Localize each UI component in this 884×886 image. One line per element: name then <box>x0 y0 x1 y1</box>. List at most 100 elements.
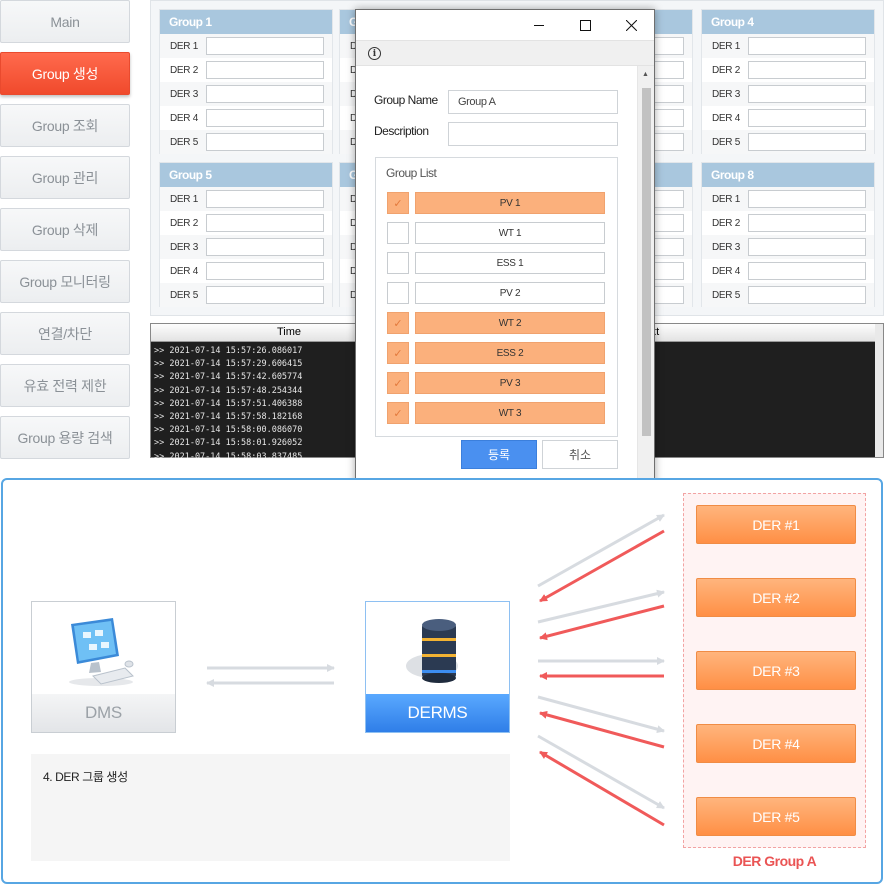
der-input[interactable] <box>206 133 324 151</box>
der-label: DER 4 <box>712 112 740 124</box>
der-input[interactable] <box>206 214 324 232</box>
der-row: DER 3 <box>160 235 332 259</box>
item-name[interactable]: WT 2 <box>415 312 605 334</box>
item-name[interactable]: WT 3 <box>415 402 605 424</box>
der-row: DER 1 <box>160 187 332 211</box>
cancel-button[interactable]: 취소 <box>542 440 618 469</box>
check-icon: ✓ <box>393 347 403 360</box>
der-row: DER 1 <box>702 34 874 58</box>
item-name[interactable]: ESS 2 <box>415 342 605 364</box>
der-input[interactable] <box>206 37 324 55</box>
group-title: Group 1 <box>160 10 332 34</box>
der-row: DER 5 <box>160 130 332 154</box>
group-list-item: ESS 1 <box>387 252 607 274</box>
scroll-thumb[interactable] <box>642 88 651 436</box>
check-icon: ✓ <box>393 407 403 420</box>
item-name[interactable]: PV 2 <box>415 282 605 304</box>
group-name-label: Group Name <box>374 93 438 107</box>
group-list: Group List ✓ PV 1 WT 1 ESS 1 PV 2 ✓ WT 2 ✓ ESS 2… <box>375 157 618 437</box>
der-input[interactable] <box>748 85 866 103</box>
group-title: Group 8 <box>702 163 874 187</box>
der-input[interactable] <box>748 286 866 304</box>
menu-connect-button[interactable]: 연결/차단 <box>0 312 130 355</box>
group-name-input[interactable]: Group A <box>448 90 618 114</box>
menu-group-delete-button[interactable]: Group 삭제 <box>0 208 130 251</box>
dialog-scrollbar[interactable]: ▲ ▼ <box>637 66 654 497</box>
der-label: DER 2 <box>170 64 198 76</box>
der-input[interactable] <box>748 61 866 79</box>
der-label: DER 2 <box>712 217 740 229</box>
der-3-button[interactable]: DER #3 <box>696 651 856 690</box>
der-input[interactable] <box>206 262 324 280</box>
item-checkbox[interactable]: ✓ <box>387 312 409 334</box>
der-input[interactable] <box>206 238 324 256</box>
menu-power-limit-button[interactable]: 유효 전력 제한 <box>0 364 130 407</box>
menu-group-create-button[interactable]: Group 생성 <box>0 52 130 95</box>
der-input[interactable] <box>748 214 866 232</box>
der-row: DER 4 <box>160 106 332 130</box>
to-der1-arrow <box>537 513 665 588</box>
menu-group-view-button[interactable]: Group 조회 <box>0 104 130 147</box>
menu-group-monitor-button[interactable]: Group 모니터링 <box>0 260 130 303</box>
der-1-button[interactable]: DER #1 <box>696 505 856 544</box>
dialog-titlebar[interactable] <box>356 10 654 40</box>
item-checkbox[interactable]: ✓ <box>387 372 409 394</box>
der-label: DER 1 <box>712 193 740 205</box>
to-der5-arrow <box>537 734 665 810</box>
der-label: DER 5 <box>170 136 198 148</box>
group-create-dialog: i Group Name Group A Description Group L… <box>355 9 655 498</box>
menu-capacity-search-button[interactable]: Group 용량 검색 <box>0 416 130 459</box>
der-input[interactable] <box>748 238 866 256</box>
der-input[interactable] <box>206 85 324 103</box>
group-list-item: ✓ WT 2 <box>387 312 607 334</box>
group-title: Group 5 <box>160 163 332 187</box>
der-4-button[interactable]: DER #4 <box>696 724 856 763</box>
menu-main-button[interactable]: Main <box>0 0 130 43</box>
der-input[interactable] <box>206 286 324 304</box>
der-input[interactable] <box>748 190 866 208</box>
der-input[interactable] <box>206 61 324 79</box>
der-label: DER 4 <box>712 265 740 277</box>
der-input[interactable] <box>748 133 866 151</box>
close-icon[interactable] <box>608 10 654 40</box>
description-input[interactable] <box>448 122 618 146</box>
item-checkbox[interactable]: ✓ <box>387 192 409 214</box>
description-box: 4. DER 그룹 생성 <box>31 754 510 861</box>
der-2-button[interactable]: DER #2 <box>696 578 856 617</box>
item-name[interactable]: PV 3 <box>415 372 605 394</box>
der-label: DER 4 <box>170 112 198 124</box>
item-checkbox[interactable]: ✓ <box>387 342 409 364</box>
flow-diagram: DMS DERMS DER #1 DER #2 DER #3 DER #4 DE… <box>1 478 883 884</box>
item-checkbox[interactable] <box>387 282 409 304</box>
minimize-icon[interactable] <box>516 10 562 40</box>
item-name[interactable]: PV 1 <box>415 192 605 214</box>
der-label: DER 5 <box>712 289 740 301</box>
group-list-item: WT 1 <box>387 222 607 244</box>
der-label: DER 1 <box>170 40 198 52</box>
der-5-button[interactable]: DER #5 <box>696 797 856 836</box>
scroll-up-icon[interactable]: ▲ <box>642 71 649 78</box>
der-input[interactable] <box>748 262 866 280</box>
group-list-item: PV 2 <box>387 282 607 304</box>
der-input[interactable] <box>748 109 866 127</box>
item-checkbox[interactable] <box>387 252 409 274</box>
der-row: DER 5 <box>160 283 332 307</box>
group-list-title: Group List <box>386 166 437 180</box>
group-title: Group 4 <box>702 10 874 34</box>
menu-group-manage-button[interactable]: Group 관리 <box>0 156 130 199</box>
maximize-icon[interactable] <box>562 10 608 40</box>
register-button[interactable]: 등록 <box>461 440 537 469</box>
der-input[interactable] <box>206 190 324 208</box>
der-input[interactable] <box>748 37 866 55</box>
der-input[interactable] <box>206 109 324 127</box>
item-checkbox[interactable] <box>387 222 409 244</box>
log-scrollbar[interactable] <box>875 324 883 457</box>
item-name[interactable]: WT 1 <box>415 222 605 244</box>
check-icon: ✓ <box>393 377 403 390</box>
info-icon[interactable]: i <box>368 47 381 60</box>
item-name[interactable]: ESS 1 <box>415 252 605 274</box>
der-label: DER 3 <box>170 88 198 100</box>
log-col-time[interactable]: Time <box>277 326 301 338</box>
der-label: DER 2 <box>712 64 740 76</box>
item-checkbox[interactable]: ✓ <box>387 402 409 424</box>
